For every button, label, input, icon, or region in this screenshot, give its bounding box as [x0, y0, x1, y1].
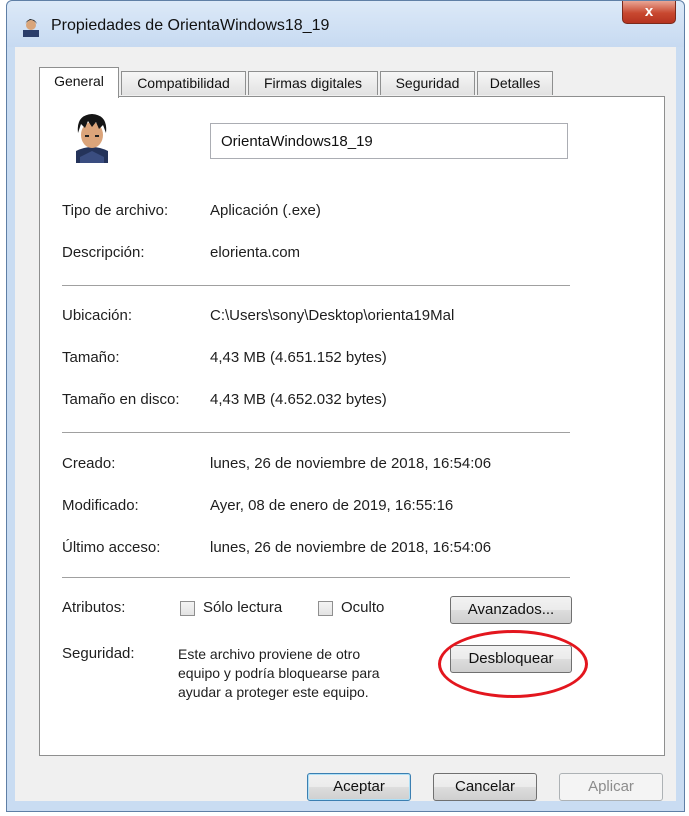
disk-size-label: Tamaño en disco:	[62, 391, 180, 408]
apply-button[interactable]: Aplicar	[559, 773, 663, 801]
security-message-line: Este archivo proviene de otro	[178, 646, 361, 662]
size-value: 4,43 MB (4.651.152 bytes)	[210, 349, 387, 366]
size-label: Tamaño:	[62, 349, 120, 366]
accessed-value: lunes, 26 de noviembre de 2018, 16:54:06	[210, 539, 492, 556]
created-value: lunes, 26 de noviembre de 2018, 16:54:06	[210, 455, 492, 472]
window-title: Propiedades de OrientaWindows18_19	[51, 17, 330, 34]
divider	[62, 577, 570, 578]
tab-seguridad[interactable]: Seguridad	[380, 71, 475, 95]
tab-detalles[interactable]: Detalles	[477, 71, 553, 95]
title-bar[interactable]: Propiedades de OrientaWindows18_19 x	[7, 1, 684, 47]
divider	[62, 432, 570, 433]
file-type-value: Aplicación (.exe)	[210, 202, 321, 219]
advanced-button[interactable]: Avanzados...	[450, 596, 572, 624]
security-message-line: ayudar a proteger este equipo.	[178, 684, 369, 700]
accessed-label: Último acceso:	[62, 539, 161, 556]
location-value: C:\Users\sony\Desktop\orienta19Mal	[210, 307, 455, 324]
hidden-label[interactable]: Oculto	[341, 599, 384, 616]
close-icon: x	[644, 3, 654, 20]
security-message: Este archivo proviene de otro equipo y p…	[178, 645, 418, 702]
created-label: Creado:	[62, 455, 116, 472]
ok-button[interactable]: Aceptar	[307, 773, 411, 801]
disk-size-value: 4,43 MB (4.652.032 bytes)	[210, 391, 387, 408]
user-avatar-icon	[23, 19, 39, 37]
modified-value: Ayer, 08 de enero de 2019, 16:55:16	[210, 497, 454, 514]
tab-firmas-digitales[interactable]: Firmas digitales	[248, 71, 378, 95]
cancel-button[interactable]: Cancelar	[433, 773, 537, 801]
file-name-field[interactable]	[210, 123, 568, 159]
hidden-checkbox[interactable]	[318, 601, 333, 616]
readonly-checkbox[interactable]	[180, 601, 195, 616]
description-value: elorienta.com	[210, 244, 301, 261]
modified-label: Modificado:	[62, 497, 139, 514]
divider	[62, 285, 570, 286]
readonly-label[interactable]: Sólo lectura	[203, 599, 282, 616]
client-area: General Compatibilidad Firmas digitales …	[15, 47, 676, 801]
security-message-line: equipo y podría bloquearse para	[178, 665, 380, 681]
general-tab-panel: Tipo de archivo: Aplicación (.exe) Descr…	[39, 96, 665, 756]
file-type-label: Tipo de archivo:	[62, 202, 169, 219]
app-avatar-icon	[76, 114, 108, 163]
tab-compatibilidad[interactable]: Compatibilidad	[121, 71, 246, 95]
location-label: Ubicación:	[62, 307, 133, 324]
close-button[interactable]: x	[622, 1, 676, 24]
security-label: Seguridad:	[62, 645, 135, 662]
tab-general[interactable]: General	[39, 67, 119, 98]
highlight-ellipse	[438, 630, 588, 698]
description-label: Descripción:	[62, 244, 145, 261]
attributes-label: Atributos:	[62, 599, 126, 616]
properties-window: Propiedades de OrientaWindows18_19 x Gen…	[6, 0, 685, 812]
